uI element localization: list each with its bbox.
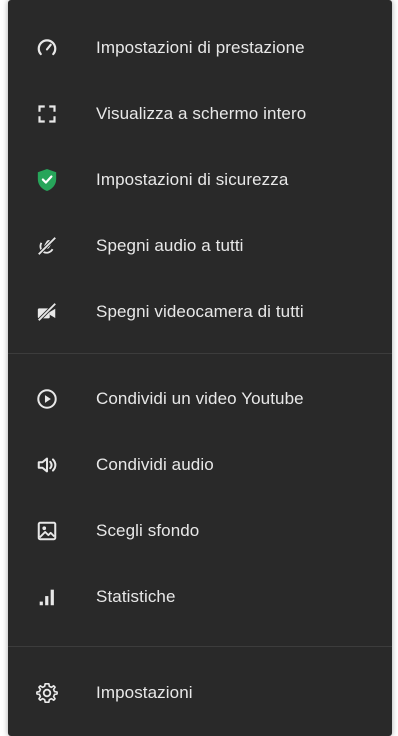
menu-item-statistics[interactable]: Statistiche <box>8 564 392 630</box>
gauge-icon <box>35 36 59 60</box>
menu-item-label: Condividi un video Youtube <box>96 389 304 408</box>
menu-item-performance-settings[interactable]: Impostazioni di prestazione <box>8 15 392 81</box>
menu-item-label: Scegli sfondo <box>96 521 200 540</box>
shield-icon <box>35 168 59 192</box>
menu-group-general: Impostazioni di prestazione Visualizza a… <box>8 15 392 345</box>
overflow-menu: Impostazioni di prestazione Visualizza a… <box>8 0 392 736</box>
menu-item-share-audio[interactable]: Condividi audio <box>8 432 392 498</box>
camera-off-icon <box>35 300 59 324</box>
menu-item-label: Spegni videocamera di tutti <box>96 302 304 321</box>
menu-group-share: Condividi un video Youtube Condividi aud… <box>8 366 392 630</box>
bar-chart-icon <box>35 585 59 609</box>
menu-item-label: Impostazioni di sicurezza <box>96 170 289 189</box>
menu-item-label: Impostazioni di prestazione <box>96 38 305 57</box>
menu-item-label: Visualizza a schermo intero <box>96 104 307 123</box>
menu-item-security-settings[interactable]: Impostazioni di sicurezza <box>8 147 392 213</box>
menu-group-settings: Impostazioni <box>8 660 392 726</box>
gear-icon <box>35 681 59 705</box>
menu-item-settings[interactable]: Impostazioni <box>8 660 392 726</box>
menu-item-choose-background[interactable]: Scegli sfondo <box>8 498 392 564</box>
menu-item-stop-all-cameras[interactable]: Spegni videocamera di tutti <box>8 279 392 345</box>
menu-item-label: Spegni audio a tutti <box>96 236 244 255</box>
speaker-icon <box>35 453 59 477</box>
menu-item-share-youtube[interactable]: Condividi un video Youtube <box>8 366 392 432</box>
menu-divider <box>8 646 392 647</box>
menu-item-label: Condividi audio <box>96 455 214 474</box>
fullscreen-icon <box>35 102 59 126</box>
menu-item-label: Statistiche <box>96 587 176 606</box>
menu-item-label: Impostazioni <box>96 683 193 702</box>
menu-divider <box>8 353 392 354</box>
menu-item-fullscreen[interactable]: Visualizza a schermo intero <box>8 81 392 147</box>
mic-off-icon <box>35 234 59 258</box>
play-circle-icon <box>35 387 59 411</box>
menu-item-mute-all[interactable]: Spegni audio a tutti <box>8 213 392 279</box>
image-icon <box>35 519 59 543</box>
